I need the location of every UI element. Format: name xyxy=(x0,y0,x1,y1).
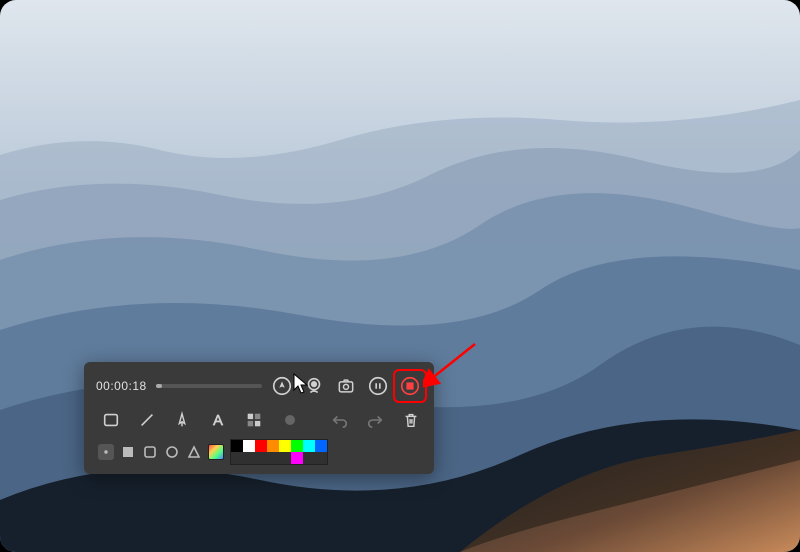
screenshot-button[interactable] xyxy=(334,374,358,398)
palette-swatch[interactable] xyxy=(243,452,255,464)
shape-rounded-square[interactable] xyxy=(142,444,158,460)
palette-swatch[interactable] xyxy=(231,440,243,452)
stop-button[interactable] xyxy=(398,374,422,398)
color-picker[interactable] xyxy=(208,444,224,460)
palette-swatch[interactable] xyxy=(303,452,315,464)
palette-swatch[interactable] xyxy=(243,440,255,452)
trash-button[interactable] xyxy=(400,408,422,432)
palette-swatch[interactable] xyxy=(231,452,243,464)
shape-filled-square[interactable] xyxy=(120,444,136,460)
line-tool[interactable] xyxy=(136,408,158,432)
recording-progress[interactable] xyxy=(156,384,262,388)
pause-button[interactable] xyxy=(366,374,390,398)
palette-swatch[interactable] xyxy=(291,452,303,464)
pen-tool[interactable] xyxy=(172,408,194,432)
brush-size-selector[interactable] xyxy=(279,408,301,432)
marker-button[interactable] xyxy=(270,374,294,398)
webcam-button[interactable] xyxy=(302,374,326,398)
palette-swatch[interactable] xyxy=(279,440,291,452)
mosaic-tool[interactable] xyxy=(243,408,265,432)
shape-dot[interactable] xyxy=(98,444,114,460)
rectangle-tool[interactable] xyxy=(100,408,122,432)
palette-swatch[interactable] xyxy=(267,440,279,452)
palette-swatch[interactable] xyxy=(303,440,315,452)
color-palette[interactable] xyxy=(230,439,328,465)
recording-toolbar: 00:00:18 xyxy=(84,362,434,474)
palette-swatch[interactable] xyxy=(267,452,279,464)
text-tool[interactable] xyxy=(207,408,229,432)
palette-swatch[interactable] xyxy=(279,452,291,464)
palette-swatch[interactable] xyxy=(255,440,267,452)
shape-triangle[interactable] xyxy=(186,444,202,460)
recording-timer: 00:00:18 xyxy=(96,379,148,393)
palette-swatch[interactable] xyxy=(315,452,327,464)
shape-circle[interactable] xyxy=(164,444,180,460)
palette-swatch[interactable] xyxy=(315,440,327,452)
undo-button[interactable] xyxy=(329,408,351,432)
redo-button[interactable] xyxy=(364,408,386,432)
palette-swatch[interactable] xyxy=(291,440,303,452)
palette-swatch[interactable] xyxy=(255,452,267,464)
